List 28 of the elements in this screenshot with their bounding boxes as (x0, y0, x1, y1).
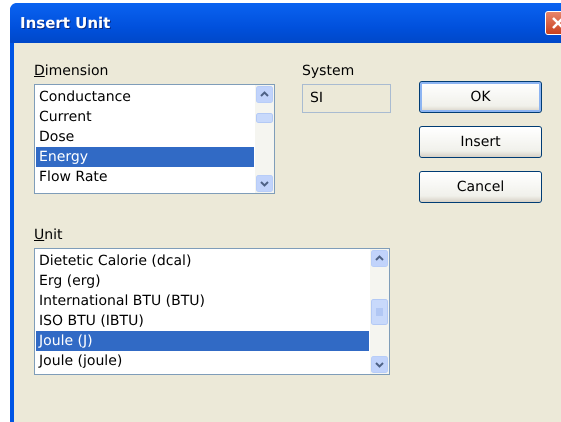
list-item[interactable]: ISO BTU (IBTU) (36, 311, 369, 331)
dimension-label: Dimension (34, 63, 110, 80)
close-icon (550, 16, 561, 30)
system-label: System (302, 63, 356, 80)
list-box[interactable]: Conductance Current Dose Energy Flow Rate (34, 84, 275, 194)
dialog-button[interactable]: OK (419, 81, 542, 113)
scroll-up-button[interactable] (256, 86, 273, 103)
list-item[interactable]: Current (36, 107, 254, 127)
list-item[interactable]: Dietetic Calorie (dcal) (36, 251, 369, 271)
list-item[interactable]: Joule (joule) (36, 351, 369, 371)
scroll-up-button[interactable] (371, 250, 388, 267)
list-item[interactable]: Joule (J) (36, 331, 369, 351)
scrollbar-thumb[interactable] (371, 299, 388, 325)
list-box[interactable]: Dietetic Calorie (dcal) Erg (erg) International BTU (BTU) ISO BTU (IBTU) Joule (J) Joule (joule) (34, 248, 390, 375)
list-item[interactable]: International BTU (BTU) (36, 291, 369, 311)
list-item[interactable]: Conductance (36, 87, 254, 107)
list-item[interactable]: Dose (36, 127, 254, 147)
scroll-down-button[interactable] (256, 175, 273, 192)
list-item[interactable]: Erg (erg) (36, 271, 369, 291)
dialog-button[interactable]: Cancel (419, 171, 542, 203)
window-title: Insert Unit (20, 14, 110, 32)
dialog-button[interactable]: Insert (419, 126, 542, 158)
list-item[interactable]: Energy (36, 147, 254, 167)
system-field[interactable]: SI (302, 84, 391, 113)
unit-label: Unit (34, 227, 64, 244)
list-item[interactable]: Flow Rate (36, 167, 254, 187)
scroll-down-button[interactable] (371, 356, 388, 373)
scrollbar-thumb[interactable] (256, 113, 273, 123)
